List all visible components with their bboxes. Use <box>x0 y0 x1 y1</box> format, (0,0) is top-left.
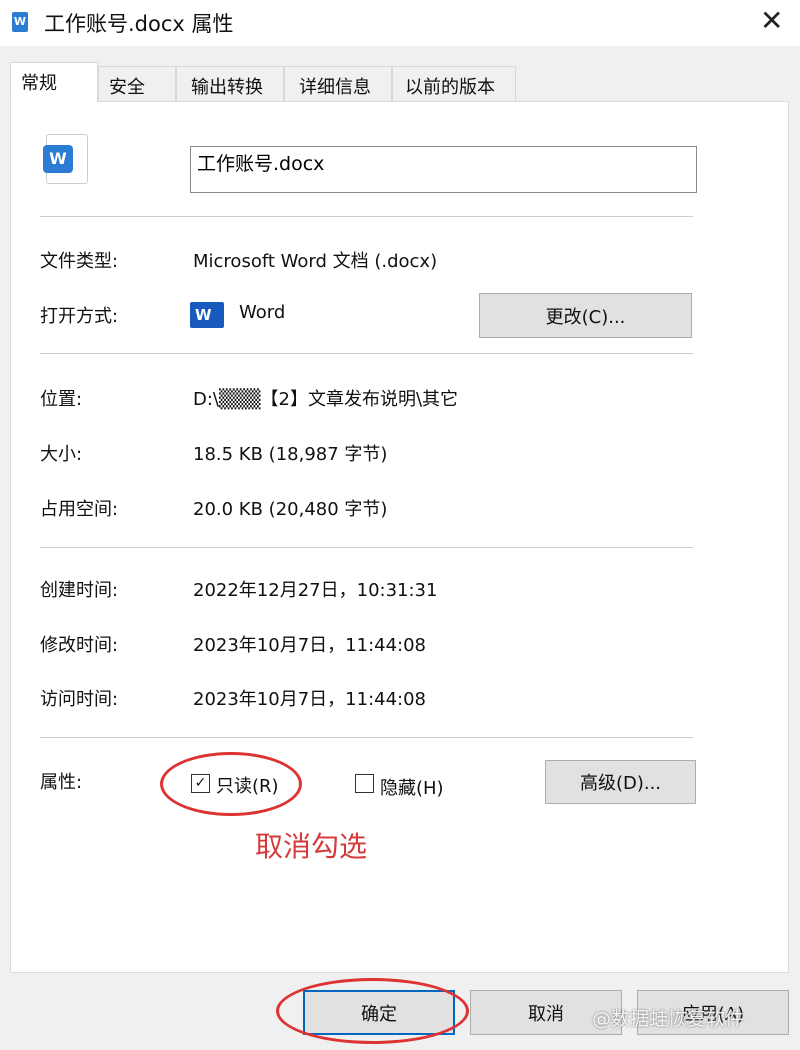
size-label: 大小: <box>40 444 83 465</box>
annotation-circle <box>276 978 469 1044</box>
accessed-value: 2023年10月7日，11:44:08 <box>193 689 427 710</box>
tab-details[interactable]: 详细信息 <box>284 66 392 102</box>
tab-general[interactable]: 常规 <box>10 62 98 102</box>
divider <box>40 547 693 548</box>
location-label: 位置: <box>40 389 83 410</box>
opens-with-value: Word <box>239 302 286 323</box>
file-type-value: Microsoft Word 文档 (.docx) <box>193 251 438 272</box>
divider <box>40 353 693 354</box>
tab-output-conversion[interactable]: 输出转换 <box>176 66 284 102</box>
word-file-icon: W <box>43 134 88 184</box>
title-bar: W 工作账号.docx 属性 ✕ <box>0 0 800 46</box>
created-label: 创建时间: <box>40 580 119 601</box>
filename-input[interactable] <box>190 146 697 193</box>
tab-previous-versions[interactable]: 以前的版本 <box>392 66 516 102</box>
annotation-circle <box>160 752 302 816</box>
watermark: @数据蛙恢复软件 <box>592 1008 745 1030</box>
tab-security[interactable]: 安全 <box>98 66 176 102</box>
modified-value: 2023年10月7日，11:44:08 <box>193 635 427 656</box>
opens-with-label: 打开方式: <box>40 306 119 327</box>
size-on-disk-value: 20.0 KB (20,480 字节) <box>193 499 388 520</box>
close-icon[interactable]: ✕ <box>760 4 783 37</box>
size-on-disk-label: 占用空间: <box>40 499 119 520</box>
accessed-label: 访问时间: <box>40 689 119 710</box>
size-value: 18.5 KB (18,987 字节) <box>193 444 388 465</box>
window-title: 工作账号.docx 属性 <box>44 12 234 36</box>
modified-label: 修改时间: <box>40 635 119 656</box>
hidden-label[interactable]: 隐藏(H) <box>380 774 444 800</box>
attributes-label: 属性: <box>40 772 83 793</box>
hidden-checkbox[interactable] <box>355 774 374 793</box>
change-button[interactable]: 更改(C)... <box>479 293 692 338</box>
location-value: D:\▒▒▒【2】文章发布说明\其它 <box>193 389 459 410</box>
file-type-label: 文件类型: <box>40 251 119 272</box>
general-panel <box>10 101 789 973</box>
word-doc-icon: W <box>12 12 28 32</box>
annotation-text: 取消勾选 <box>255 830 368 863</box>
advanced-button[interactable]: 高级(D)... <box>545 760 696 804</box>
created-value: 2022年12月27日，10:31:31 <box>193 580 438 601</box>
word-app-icon: W <box>190 302 224 328</box>
divider <box>40 216 693 217</box>
divider <box>40 737 693 738</box>
